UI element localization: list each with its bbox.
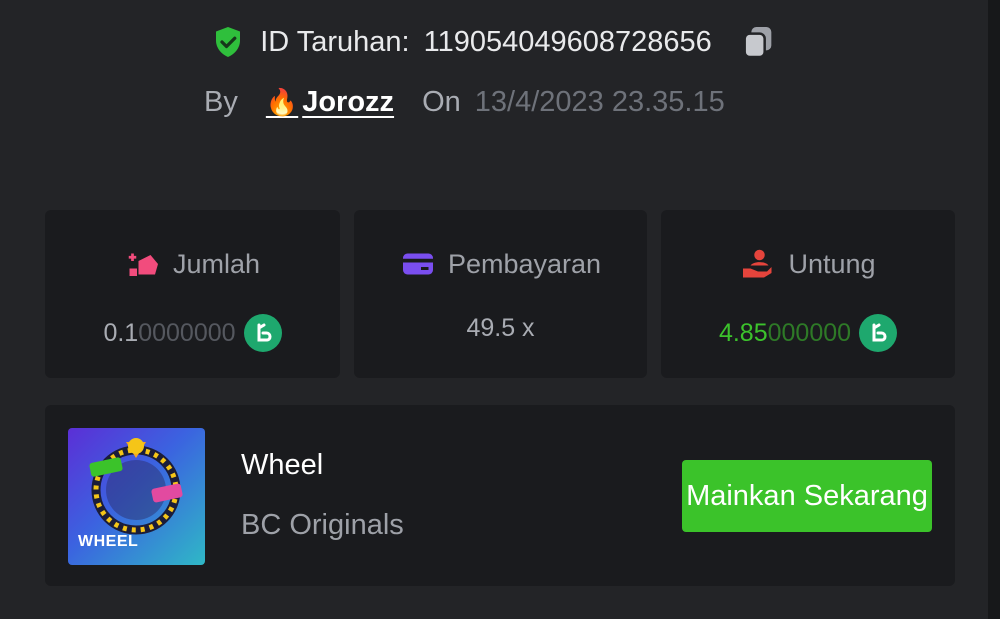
copy-icon[interactable]: [738, 22, 778, 62]
stats-row: Jumlah 0.10000000 Pembayaran 49.5 x Untu…: [45, 210, 955, 378]
profit-card: Untung 4.85000000: [661, 210, 955, 378]
game-name: Wheel: [241, 449, 324, 481]
play-now-button[interactable]: Mainkan Sekarang: [682, 460, 932, 532]
fire-icon: 🔥: [265, 87, 299, 117]
bc-coin-icon: [859, 314, 898, 352]
game-provider: BC Originals: [241, 509, 404, 541]
bet-meta-row: By 🔥 Jorozz On 13/4/2023 23.35.15: [204, 86, 725, 119]
profit-value: 4.85000000: [718, 318, 852, 347]
user-profile-link[interactable]: 🔥 Jorozz: [266, 86, 394, 119]
amount-value: 0.10000000: [103, 318, 236, 347]
bet-id-row: ID Taruhan: 119054049608728656: [0, 22, 988, 62]
amount-card: Jumlah 0.10000000: [45, 210, 340, 378]
bet-date: 13/4/2023 23.35.15: [474, 86, 725, 118]
game-card: WHEEL Wheel BC Originals Mainkan Sekaran…: [45, 405, 955, 586]
panel-edge: [988, 0, 1000, 619]
bet-id-label: ID Taruhan:: [260, 25, 410, 58]
card-icon: [402, 253, 433, 275]
game-thumbnail[interactable]: WHEEL: [68, 428, 205, 565]
by-label: By: [204, 86, 238, 118]
payout-value: 49.5 x: [466, 314, 535, 342]
user-name: Jorozz: [302, 86, 395, 118]
payout-label: Pembayaran: [447, 248, 602, 279]
amount-label: Jumlah: [172, 248, 261, 279]
payout-card: Pembayaran 49.5 x: [354, 210, 647, 378]
money-bag-icon: [128, 253, 158, 276]
bet-id-value: 119054049608728656: [423, 25, 712, 58]
profit-label: Untung: [788, 248, 876, 279]
thumbnail-label: WHEEL: [78, 533, 139, 550]
on-label: On: [422, 86, 461, 118]
verified-shield-icon: [216, 27, 241, 57]
profit-hand-icon: [743, 249, 772, 278]
bc-coin-icon: [243, 314, 282, 352]
